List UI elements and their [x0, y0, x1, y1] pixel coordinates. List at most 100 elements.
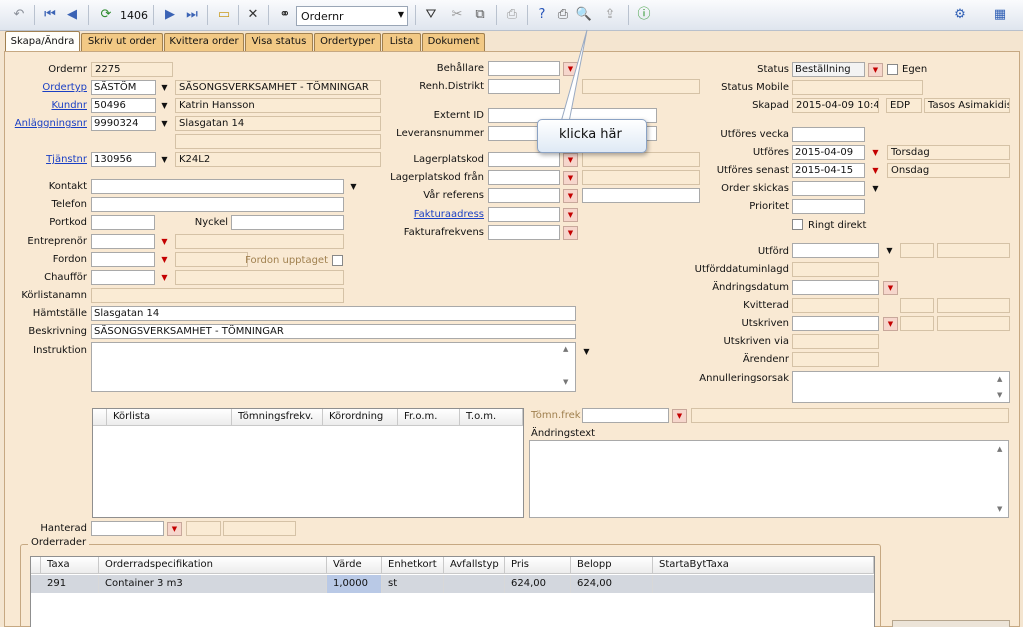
tab-ordertyper[interactable]: Ordertyper: [314, 33, 381, 51]
order-skickas-dropdown-icon[interactable]: ▼: [868, 182, 883, 196]
anlaggningsnr-field[interactable]: 9990324: [91, 116, 156, 131]
lagerplatskod-fran-dropdown-icon[interactable]: ▼: [563, 171, 578, 185]
chauffor-field[interactable]: [91, 270, 155, 285]
scroll-down-icon[interactable]: ▼: [997, 505, 1002, 513]
tab-skriv-ut-order[interactable]: Skriv ut order: [81, 33, 163, 51]
column-header[interactable]: Körordning: [323, 409, 398, 426]
column-header[interactable]: Orderradspecifikation: [99, 557, 327, 574]
chevron-down-icon[interactable]: ▼: [398, 10, 404, 19]
binoculars-icon[interactable]: ⚭: [275, 5, 295, 25]
utford-dropdown-icon[interactable]: ▼: [882, 244, 897, 258]
tab-skapa-andra[interactable]: Skapa/Ändra: [5, 31, 80, 52]
lagerplatskod-dropdown-icon[interactable]: ▼: [563, 153, 578, 167]
entreprenor-dropdown-icon[interactable]: ▼: [157, 235, 172, 249]
printer-icon[interactable]: ⎙: [502, 5, 522, 25]
refresh-icon[interactable]: ⟳: [96, 5, 116, 25]
last-icon[interactable]: ⏭: [182, 5, 202, 25]
utfores-dropdown-icon[interactable]: ▼: [868, 146, 883, 160]
var-referens-dropdown-icon[interactable]: ▼: [563, 189, 578, 203]
andringsdatum-field[interactable]: [792, 280, 879, 295]
tab-dokument[interactable]: Dokument: [422, 33, 485, 51]
delete-icon[interactable]: ✕: [243, 5, 263, 25]
column-header[interactable]: Fr.o.m.: [398, 409, 460, 426]
instruktion-dropdown-icon[interactable]: ▼: [579, 345, 594, 359]
var-referens-field[interactable]: [488, 188, 560, 203]
export-icon[interactable]: ⇪: [600, 5, 620, 25]
filter-icon[interactable]: ⛛: [421, 5, 441, 25]
prev-icon[interactable]: ◀: [62, 5, 82, 25]
column-header[interactable]: Belopp: [571, 557, 653, 574]
action-button[interactable]: [892, 620, 1010, 627]
ringt-direkt-checkbox[interactable]: [792, 219, 803, 230]
info-icon[interactable]: ⓘ: [634, 5, 654, 25]
kontakt-dropdown-icon[interactable]: ▼: [346, 180, 361, 194]
prioritet-field[interactable]: [792, 199, 865, 214]
fakturaadress-link[interactable]: Fakturaadress: [414, 209, 484, 220]
tomn-frek-field[interactable]: [582, 408, 669, 423]
column-header[interactable]: StartaBytTaxa: [653, 557, 874, 574]
scroll-down-icon[interactable]: ▼: [997, 391, 1002, 399]
beskrivning-field[interactable]: SÄSONGSVERKSAMHET - TÖMNINGAR: [91, 324, 576, 339]
window-icon[interactable]: ⧉: [470, 5, 490, 25]
hanterad-field[interactable]: [91, 521, 164, 536]
utford-field[interactable]: [792, 243, 879, 258]
hamtstalle-field[interactable]: Slasgatan 14: [91, 306, 576, 321]
kontakt-field[interactable]: [91, 179, 344, 194]
tab-visa-status[interactable]: Visa status: [245, 33, 313, 51]
utfores-date-field[interactable]: 2015-04-09: [792, 145, 865, 160]
table-cell-selected[interactable]: 1,0000: [327, 575, 382, 593]
fordon-field[interactable]: [91, 252, 155, 267]
column-header[interactable]: Värde: [327, 557, 382, 574]
fakturafrekvens-field[interactable]: [488, 225, 560, 240]
next-icon[interactable]: ▶: [160, 5, 180, 25]
entreprenor-field[interactable]: [91, 234, 155, 249]
undo-icon[interactable]: ↶: [9, 5, 29, 25]
first-icon[interactable]: ⏮: [40, 5, 60, 25]
utskriven-dropdown-icon[interactable]: ▼: [883, 317, 898, 331]
instruktion-textarea[interactable]: [91, 342, 576, 392]
table-row[interactable]: 291 Container 3 m3 1,0000 st 624,00 624,…: [31, 575, 874, 593]
clear-filter-icon[interactable]: ✂: [447, 5, 467, 25]
andringstext-textarea[interactable]: [529, 440, 1009, 518]
fakturaadress-field[interactable]: [488, 207, 560, 222]
egen-checkbox[interactable]: [887, 64, 898, 75]
column-header[interactable]: Tömningsfrekv.: [232, 409, 323, 426]
ordertyp-field[interactable]: SÄSTÖM: [91, 80, 156, 95]
nyckel-field[interactable]: [231, 215, 344, 230]
column-header[interactable]: Pris: [505, 557, 571, 574]
print-icon[interactable]: ⎙: [553, 5, 573, 25]
utfores-vecka-field[interactable]: [792, 127, 865, 142]
utskriven-field[interactable]: [792, 316, 879, 331]
search-field[interactable]: Ordernr ▼: [296, 6, 408, 26]
column-header[interactable]: Avfallstyp: [444, 557, 505, 574]
tab-lista[interactable]: Lista: [382, 33, 421, 51]
telefon-field[interactable]: [91, 197, 344, 212]
column-header[interactable]: Körlista: [107, 409, 232, 426]
hanterad-dropdown-icon[interactable]: ▼: [167, 522, 182, 536]
scroll-up-icon[interactable]: ▲: [997, 375, 1002, 383]
annulleringsorsak-textarea[interactable]: [792, 371, 1010, 403]
scroll-up-icon[interactable]: ▲: [997, 445, 1002, 453]
settings-icon[interactable]: ⚙: [950, 5, 970, 25]
scroll-up-icon[interactable]: ▲: [563, 345, 568, 353]
help-icon[interactable]: ?: [532, 5, 552, 25]
utfores-senast-dropdown-icon[interactable]: ▼: [868, 164, 883, 178]
column-header[interactable]: T.o.m.: [460, 409, 523, 426]
column-header[interactable]: Enhetkort: [382, 557, 444, 574]
portkod-field[interactable]: [91, 215, 155, 230]
fordon-upptaget-checkbox[interactable]: [332, 255, 343, 266]
order-skickas-field[interactable]: [792, 181, 865, 196]
anlaggningsnr-dropdown-icon[interactable]: ▼: [157, 117, 172, 131]
kundnr-link[interactable]: Kundnr: [51, 100, 87, 111]
fakturafrekvens-dropdown-icon[interactable]: ▼: [563, 226, 578, 240]
utfores-senast-date-field[interactable]: 2015-04-15: [792, 163, 865, 178]
var-referens-name[interactable]: [582, 188, 700, 203]
status-dropdown-icon[interactable]: ▼: [868, 63, 883, 77]
window-menu-icon[interactable]: ▦: [990, 5, 1010, 25]
print-preview-icon[interactable]: 🔍: [574, 5, 594, 25]
fordon-dropdown-icon[interactable]: ▼: [157, 253, 172, 267]
tomn-frek-dropdown-icon[interactable]: ▼: [672, 409, 687, 423]
anlaggningsnr-link[interactable]: Anläggningsnr: [15, 118, 87, 129]
lagerplatskod-fran-field[interactable]: [488, 170, 560, 185]
andringsdatum-dropdown-icon[interactable]: ▼: [883, 281, 898, 295]
